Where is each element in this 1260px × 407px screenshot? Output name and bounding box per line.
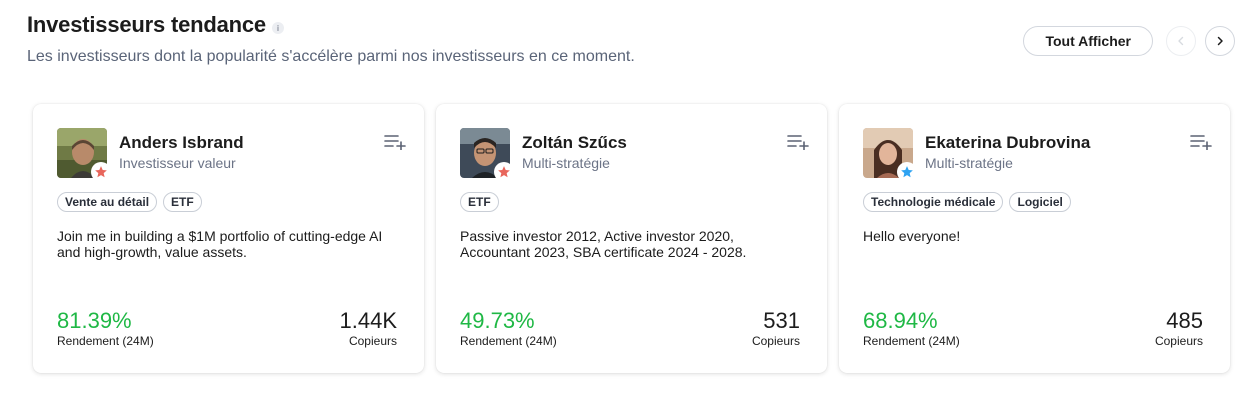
section-subtitle: Les investisseurs dont la popularité s'a… xyxy=(27,48,635,65)
investor-bio: Hello everyone! xyxy=(863,228,961,244)
investor-name[interactable]: Anders Isbrand xyxy=(119,133,244,153)
investor-name[interactable]: Zoltán Szűcs xyxy=(522,133,627,153)
tag: Vente au détail xyxy=(57,192,158,212)
avatar-container xyxy=(863,128,917,182)
gain-label: Rendement (24M) xyxy=(460,334,557,348)
tag: ETF xyxy=(163,192,202,212)
avatar-container xyxy=(57,128,111,182)
investor-card[interactable]: Zoltán Szűcs Multi-stratégie ETF Passive… xyxy=(436,104,827,373)
gain-label: Rendement (24M) xyxy=(863,334,960,348)
section-header: Investisseurs tendance i Les investisseu… xyxy=(27,12,635,66)
copiers-value: 1.44K xyxy=(339,308,398,333)
copiers-value: 531 xyxy=(763,308,800,333)
tag: ETF xyxy=(460,192,499,212)
add-to-watchlist-icon[interactable] xyxy=(787,134,809,155)
add-to-watchlist-icon[interactable] xyxy=(384,134,406,155)
investor-style: Multi-stratégie xyxy=(522,155,610,171)
investor-cards: Anders Isbrand Investisseur valeur Vente… xyxy=(33,104,1230,373)
avatar-container xyxy=(460,128,514,182)
investor-bio: Passive investor 2012, Active investor 2… xyxy=(460,228,747,260)
show-all-button[interactable]: Tout Afficher xyxy=(1023,26,1153,56)
previous-button[interactable] xyxy=(1166,26,1196,56)
popular-investor-badge xyxy=(897,162,917,182)
info-icon[interactable]: i xyxy=(271,22,284,34)
copiers-label: Copieurs xyxy=(1154,334,1203,348)
copiers-label: Copieurs xyxy=(751,334,800,348)
chevron-left-icon xyxy=(1178,36,1184,46)
add-to-watchlist-icon[interactable] xyxy=(1190,134,1212,155)
star-icon xyxy=(901,166,913,178)
popular-investor-badge xyxy=(91,162,111,182)
investor-bio: Join me in building a $1M portfolio of c… xyxy=(57,228,383,260)
gain-value: 81.39% xyxy=(57,308,132,333)
gain-label: Rendement (24M) xyxy=(57,334,154,348)
investor-name[interactable]: Ekaterina Dubrovina xyxy=(925,133,1090,153)
investor-style: Multi-stratégie xyxy=(925,155,1013,171)
investor-style: Investisseur valeur xyxy=(119,155,236,171)
tag: Technologie médicale xyxy=(863,192,1004,212)
title-row: Investisseurs tendance i xyxy=(27,12,635,38)
investor-card[interactable]: Anders Isbrand Investisseur valeur Vente… xyxy=(33,104,424,373)
carousel-controls: Tout Afficher xyxy=(1023,26,1235,56)
star-icon xyxy=(95,166,107,178)
copiers-value: 485 xyxy=(1166,308,1203,333)
tag: Logiciel xyxy=(1009,192,1071,212)
popular-investor-badge xyxy=(494,162,514,182)
chevron-right-icon xyxy=(1217,36,1223,46)
tag-list: ETF xyxy=(460,192,499,212)
gain-value: 68.94% xyxy=(863,308,938,333)
copiers-label: Copieurs xyxy=(348,334,397,348)
carousel-nav xyxy=(1166,26,1235,56)
gain-value: 49.73% xyxy=(460,308,535,333)
next-button[interactable] xyxy=(1205,26,1235,56)
tag-list: Technologie médicale Logiciel xyxy=(863,192,1071,212)
tag-list: Vente au détail ETF xyxy=(57,192,202,212)
investor-card[interactable]: Ekaterina Dubrovina Multi-stratégie Tech… xyxy=(839,104,1230,373)
star-icon xyxy=(498,166,510,178)
section-title: Investisseurs tendance xyxy=(27,12,266,37)
